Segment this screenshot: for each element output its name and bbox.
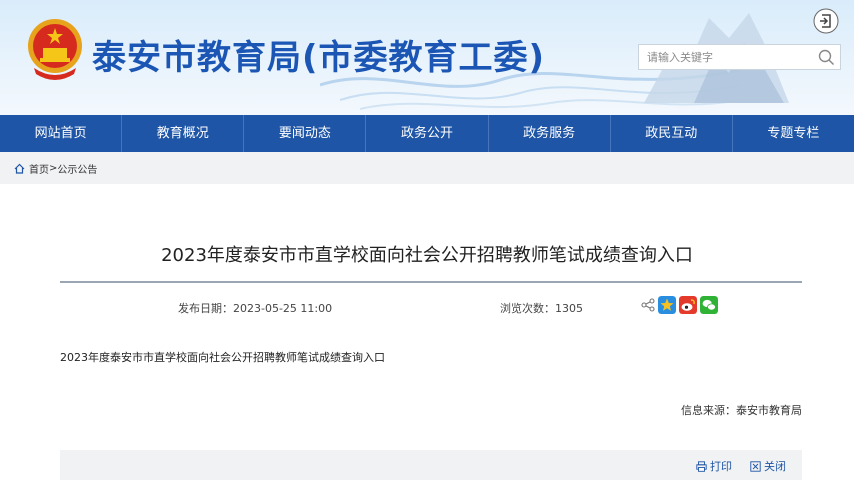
views-value: 1305 xyxy=(555,302,583,315)
main-nav: 网站首页 教育概况 要闻动态 政务公开 政务服务 政民互动 专题专栏 xyxy=(0,115,854,152)
nav-item-interaction[interactable]: 政民互动 xyxy=(611,115,733,152)
source-value: 泰安市教育局 xyxy=(736,404,802,417)
views-label: 浏览次数： xyxy=(500,302,555,315)
nav-item-topics[interactable]: 专题专栏 xyxy=(733,115,854,152)
article-actions-bar: 打印 关闭 xyxy=(60,450,802,480)
breadcrumb-home[interactable]: 首页 xyxy=(29,161,49,176)
nav-item-gov-services[interactable]: 政务服务 xyxy=(489,115,611,152)
nav-item-home[interactable]: 网站首页 xyxy=(0,115,123,152)
close-button[interactable]: 关闭 xyxy=(750,458,786,474)
print-icon xyxy=(696,460,707,472)
title-divider xyxy=(60,281,802,283)
publish-date: 发布日期：2023-05-25 11:00 xyxy=(178,300,332,316)
view-count: 浏览次数：1305 xyxy=(500,300,583,316)
search-box xyxy=(638,44,841,70)
home-icon xyxy=(14,163,25,174)
close-label: 关闭 xyxy=(764,460,786,473)
breadcrumb: 首页 > 公示公告 xyxy=(0,152,854,184)
breadcrumb-current[interactable]: 公示公告 xyxy=(57,161,97,176)
article-container: 2023年度泰安市市直学校面向社会公开招聘教师笔试成绩查询入口 发布日期：202… xyxy=(0,184,854,496)
date-label: 发布日期： xyxy=(178,302,233,315)
search-icon[interactable] xyxy=(818,49,835,66)
breadcrumb-separator: > xyxy=(49,162,58,174)
wechat-icon[interactable] xyxy=(700,296,718,314)
weibo-icon[interactable] xyxy=(679,296,697,314)
site-title: 泰安市教育局(市委教育工委) xyxy=(92,38,546,78)
site-header: 泰安市教育局(市委教育工委) xyxy=(0,0,854,115)
nav-item-news[interactable]: 要闻动态 xyxy=(244,115,367,152)
nav-item-overview[interactable]: 教育概况 xyxy=(122,115,245,152)
info-source: 信息来源：泰安市教育局 xyxy=(681,402,802,418)
date-value: 2023-05-25 11:00 xyxy=(233,302,333,315)
source-label: 信息来源： xyxy=(681,404,736,417)
article-body: 2023年度泰安市市直学校面向社会公开招聘教师笔试成绩查询入口 xyxy=(60,351,385,364)
share-icon[interactable] xyxy=(641,298,655,312)
print-button[interactable]: 打印 xyxy=(696,458,732,474)
login-icon[interactable] xyxy=(813,8,839,34)
print-label: 打印 xyxy=(710,460,732,473)
close-icon xyxy=(750,460,761,472)
share-bar xyxy=(641,296,718,314)
nav-item-gov-affairs[interactable]: 政务公开 xyxy=(366,115,489,152)
search-input[interactable] xyxy=(639,45,809,69)
national-emblem-icon xyxy=(28,19,82,80)
qzone-icon[interactable] xyxy=(658,296,676,314)
article-title: 2023年度泰安市市直学校面向社会公开招聘教师笔试成绩查询入口 xyxy=(161,245,693,266)
